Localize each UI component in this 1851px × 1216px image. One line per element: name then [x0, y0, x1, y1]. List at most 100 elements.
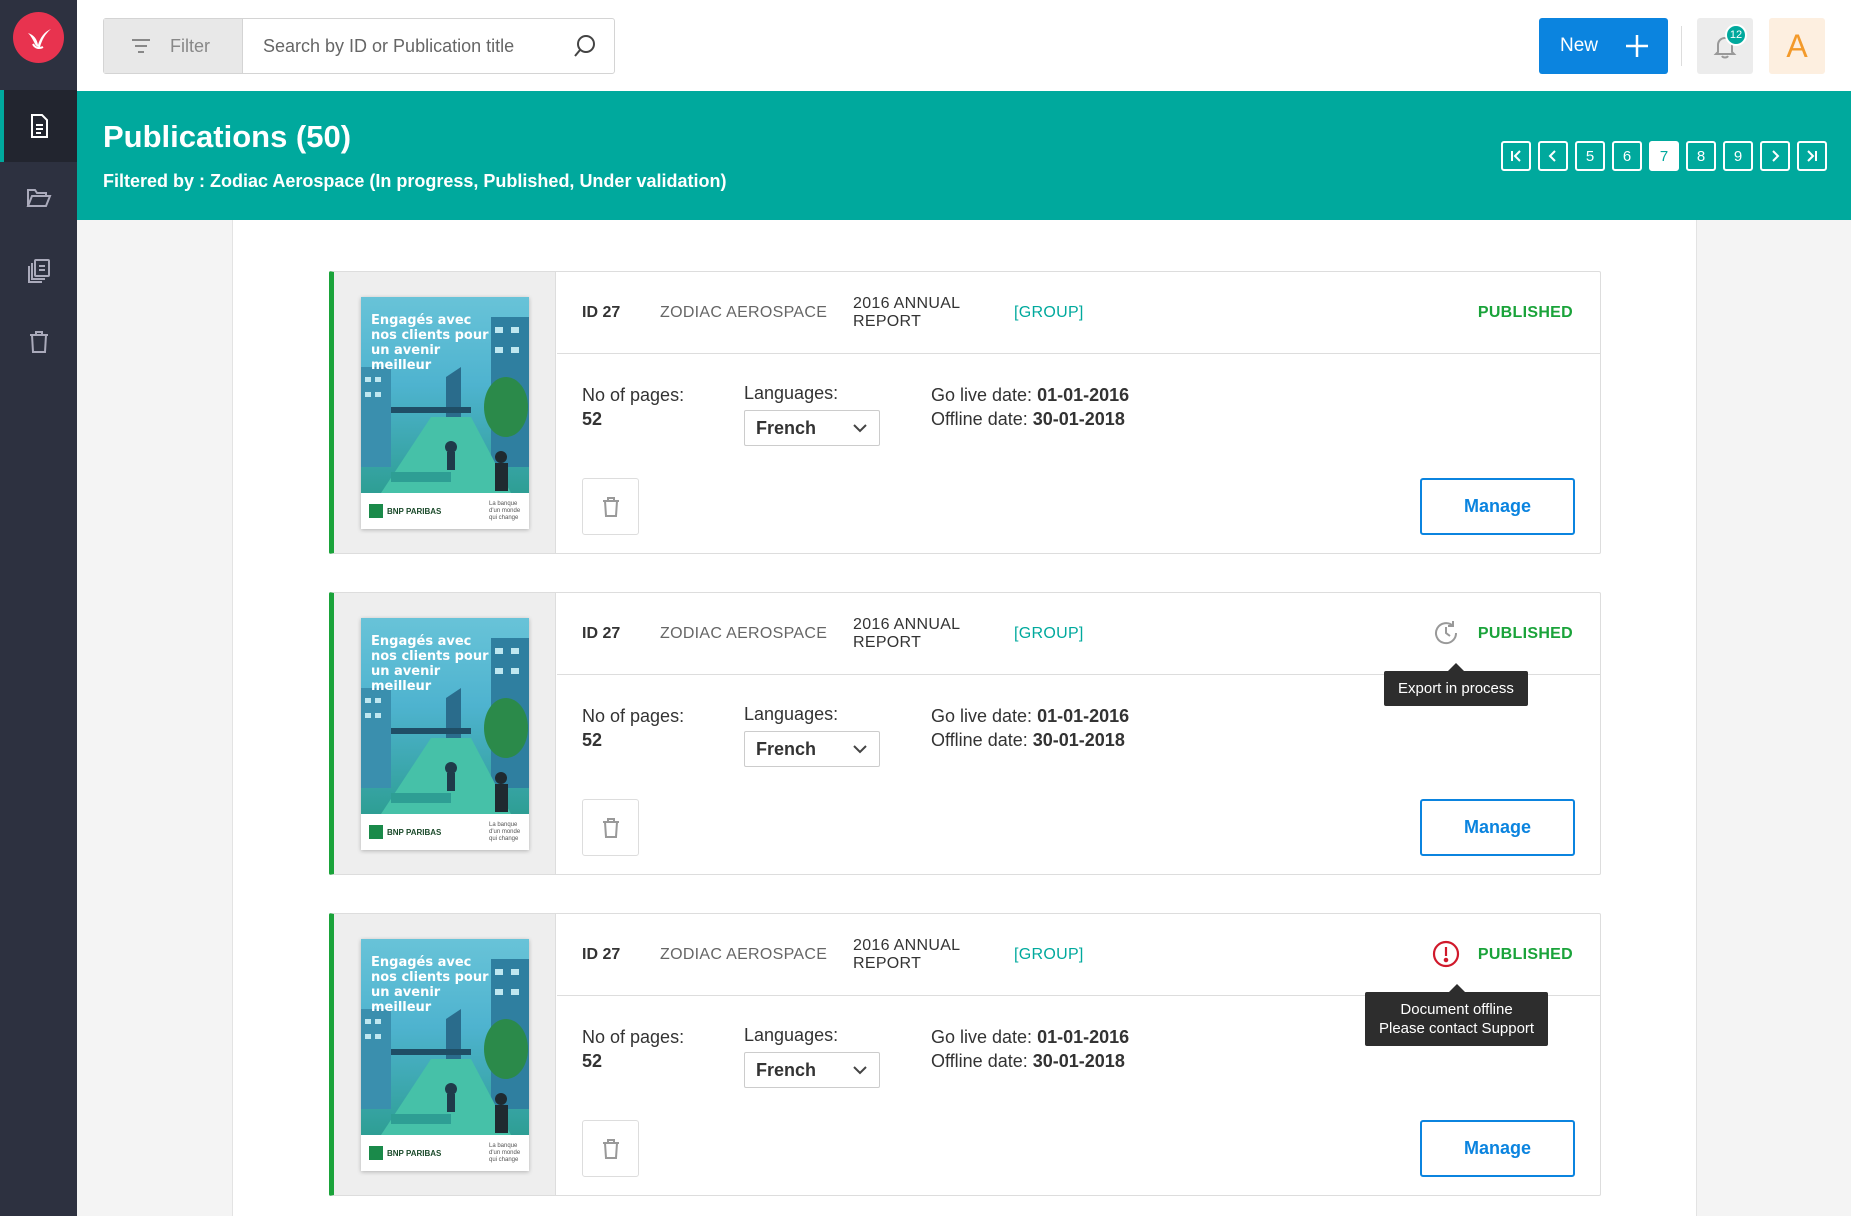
- plus-icon: [1626, 35, 1649, 57]
- language-value: French: [756, 417, 817, 438]
- publication-card: Engagés avec nos clients pour un avenir …: [329, 592, 1601, 875]
- language-value: French: [756, 738, 817, 759]
- language-value: French: [756, 1059, 817, 1080]
- cover-title: Engagés avec nos clients pour un avenir …: [371, 955, 489, 1015]
- publication-thumbnail: Engagés avec nos clients pour un avenir …: [334, 593, 556, 874]
- last-page-button[interactable]: [1797, 141, 1827, 171]
- page-6-button[interactable]: 6: [1612, 141, 1642, 171]
- sidebar-item-folders[interactable]: [0, 162, 77, 234]
- publication-id: ID 27: [582, 303, 621, 321]
- export-tooltip: Export in process: [1384, 663, 1528, 706]
- publication-card: Engagés avec nos clients pour un avenir …: [329, 913, 1601, 1196]
- alert-circle-icon[interactable]: [1431, 939, 1461, 969]
- app-logo[interactable]: [13, 12, 64, 63]
- active-filter-text: Filtered by : Zodiac Aerospace (In progr…: [103, 171, 727, 191]
- publication-company: ZODIAC AEROSPACE: [660, 945, 828, 963]
- offline-label: Offline date:: [931, 730, 1028, 750]
- topbar: Filter New 12 A: [77, 0, 1851, 91]
- manage-button[interactable]: Manage: [1420, 478, 1575, 535]
- dates-field: Go live date: 01-01-2016 Offline date: 3…: [931, 704, 1129, 752]
- go-live-date: 01-01-2016: [1037, 385, 1130, 405]
- page-9-button[interactable]: 9: [1723, 141, 1753, 171]
- cover-tagline: La banque d'un monde qui change: [489, 821, 521, 842]
- cover-brand: BNP PARIBAS: [369, 825, 441, 839]
- first-page-button[interactable]: [1501, 141, 1531, 171]
- publication-cover[interactable]: Engagés avec nos clients pour un avenir …: [361, 939, 529, 1171]
- pages-value: 52: [582, 730, 603, 750]
- manage-button[interactable]: Manage: [1420, 1120, 1575, 1177]
- next-page-button[interactable]: [1760, 141, 1790, 171]
- manage-button[interactable]: Manage: [1420, 799, 1575, 856]
- last-page-icon: [1807, 150, 1817, 162]
- search-input[interactable]: [243, 19, 556, 73]
- language-select[interactable]: French: [744, 731, 880, 767]
- publication-cover[interactable]: Engagés avec nos clients pour un avenir …: [361, 297, 529, 529]
- status-badge: PUBLISHED: [1477, 945, 1573, 963]
- sidebar-item-trash[interactable]: [0, 306, 77, 378]
- bnp-logo-icon: [369, 504, 383, 518]
- delete-button[interactable]: [582, 799, 639, 856]
- pages-field: No of pages: 52: [582, 1025, 684, 1073]
- trash-icon: [602, 817, 619, 838]
- cover-title: Engagés avec nos clients pour un avenir …: [371, 634, 489, 694]
- prev-page-button[interactable]: [1538, 141, 1568, 171]
- publication-header: ID 27 ZODIAC AEROSPACE 2016 ANNUAL REPOR…: [557, 914, 1600, 996]
- filter-icon: [132, 39, 150, 53]
- cover-illustration: Engagés avec nos clients pour un avenir …: [361, 618, 529, 814]
- notifications-button[interactable]: 12: [1697, 18, 1753, 74]
- new-button[interactable]: New: [1539, 18, 1668, 74]
- tooltip-line-2: Please contact Support: [1379, 1020, 1535, 1037]
- delete-button[interactable]: [582, 478, 639, 535]
- status-badge: PUBLISHED: [1477, 303, 1573, 321]
- offline-label: Offline date:: [931, 409, 1028, 429]
- delete-button[interactable]: [582, 1120, 639, 1177]
- trash-icon: [602, 1138, 619, 1159]
- publication-title: 2016 ANNUAL REPORT: [853, 294, 960, 330]
- cover-brand: BNP PARIBAS: [369, 504, 441, 518]
- trash-icon: [602, 496, 619, 517]
- go-live-date: 01-01-2016: [1037, 1027, 1130, 1047]
- folder-open-icon: [26, 189, 51, 207]
- sidebar: [0, 0, 77, 1216]
- sidebar-item-publications[interactable]: [0, 90, 77, 162]
- cover-footer: BNP PARIBAS La banque d'un monde qui cha…: [361, 493, 529, 529]
- publication-header: ID 27 ZODIAC AEROSPACE 2016 ANNUAL REPOR…: [557, 272, 1600, 354]
- page-header: Publications (50) Filtered by : Zodiac A…: [77, 91, 1851, 220]
- languages-field: Languages: French: [744, 1025, 880, 1088]
- publication-id: ID 27: [582, 945, 621, 963]
- page-8-button[interactable]: 8: [1686, 141, 1716, 171]
- publication-company: ZODIAC AEROSPACE: [660, 624, 828, 642]
- publication-card: Engagés avec nos clients pour un avenir …: [329, 271, 1601, 554]
- chevron-down-icon: [853, 1066, 867, 1075]
- pages-label: No of pages:: [582, 385, 685, 405]
- languages-field: Languages: French: [744, 383, 880, 446]
- languages-label: Languages:: [744, 704, 839, 724]
- avatar[interactable]: A: [1769, 18, 1825, 74]
- publication-id: ID 27: [582, 624, 621, 642]
- language-select[interactable]: French: [744, 410, 880, 446]
- search-icon: [574, 35, 595, 57]
- page-5-button[interactable]: 5: [1575, 141, 1605, 171]
- page-7-button[interactable]: 7: [1649, 141, 1679, 171]
- filter-button[interactable]: Filter: [104, 19, 243, 73]
- sidebar-item-library[interactable]: [0, 234, 77, 306]
- publication-group: [GROUP]: [1014, 945, 1084, 963]
- language-select[interactable]: French: [744, 1052, 880, 1088]
- publication-title: 2016 ANNUAL REPORT: [853, 936, 960, 972]
- clock-refresh-icon[interactable]: [1431, 618, 1461, 648]
- pages-value: 52: [582, 409, 603, 429]
- cover-tagline: La banque d'un monde qui change: [489, 1142, 521, 1163]
- chevron-down-icon: [853, 745, 867, 754]
- publication-thumbnail: Engagés avec nos clients pour un avenir …: [334, 272, 556, 553]
- new-label: New: [1560, 35, 1599, 56]
- chevron-down-icon: [853, 424, 867, 433]
- trash-icon: [29, 331, 48, 353]
- search-button[interactable]: [556, 19, 614, 73]
- publication-cover[interactable]: Engagés avec nos clients pour un avenir …: [361, 618, 529, 850]
- chevron-right-icon: [1772, 150, 1780, 162]
- languages-label: Languages:: [744, 1025, 839, 1045]
- cover-illustration: Engagés avec nos clients pour un avenir …: [361, 939, 529, 1135]
- page-title: Publications (50): [103, 119, 352, 154]
- pages-label: No of pages:: [582, 1027, 685, 1047]
- cover-illustration: Engagés avec nos clients pour un avenir …: [361, 297, 529, 493]
